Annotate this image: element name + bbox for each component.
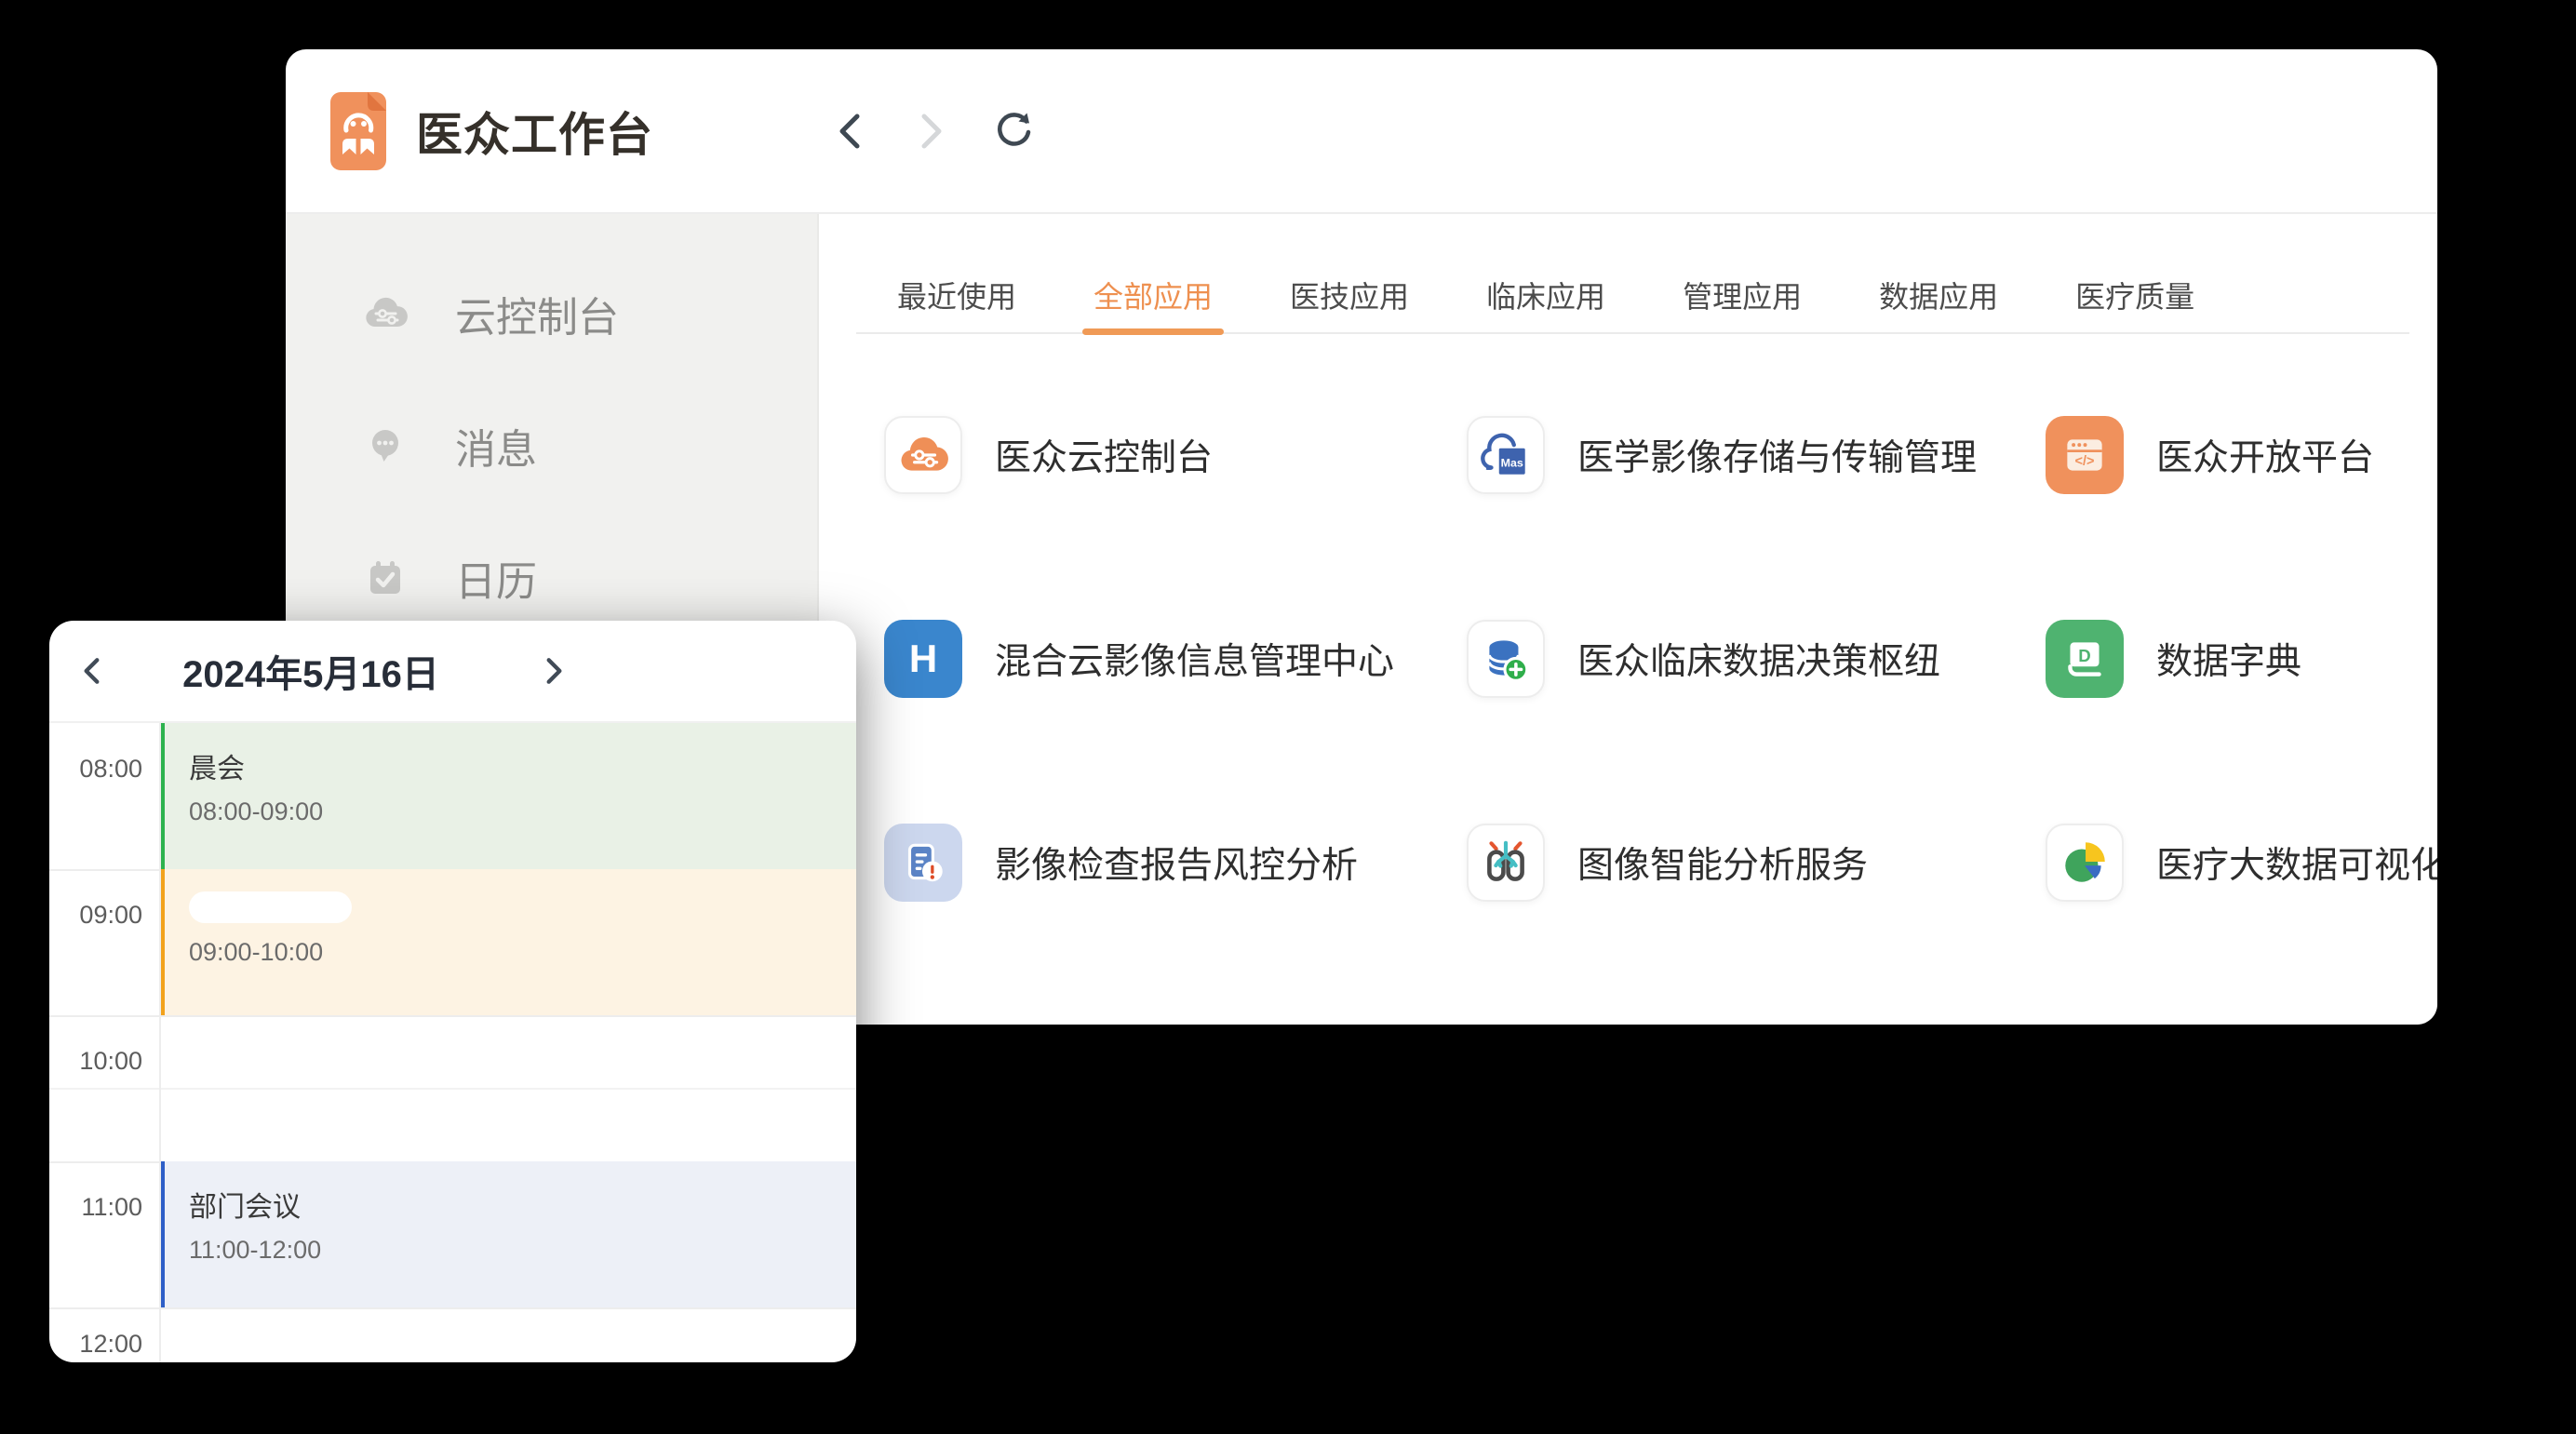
tab-all-apps[interactable]: 全部应用 bbox=[1093, 258, 1213, 332]
tab-recent[interactable]: 最近使用 bbox=[897, 258, 1016, 332]
calendar-panel: 2024年5月16日 晨会 08:00-09:00 09:00-10:00 bbox=[49, 621, 856, 1362]
app-logo-icon bbox=[330, 92, 386, 170]
gridline-12 bbox=[49, 1307, 856, 1309]
calendar-check-icon bbox=[362, 556, 409, 600]
app-label: 混合云影像信息管理中心 bbox=[995, 633, 1394, 685]
sidebar-item-label: 云控制台 bbox=[455, 284, 619, 343]
calendar-next-day-button[interactable] bbox=[526, 621, 582, 721]
chat-bubble-icon bbox=[362, 423, 409, 468]
app-label: 医众开放平台 bbox=[2156, 429, 2374, 481]
app-label: 图像智能分析服务 bbox=[1577, 837, 1868, 889]
event-title: 晨会 bbox=[189, 745, 856, 786]
time-gutter-divider bbox=[159, 723, 161, 1362]
app-hybrid-cloud-imaging[interactable]: H 混合云影像信息管理中心 bbox=[884, 620, 1467, 698]
calendar-date-title: 2024年5月16日 bbox=[178, 621, 444, 721]
chevron-right-icon bbox=[915, 111, 948, 152]
time-label: 09:00 bbox=[49, 901, 142, 930]
chevron-right-icon bbox=[540, 655, 568, 687]
calendar-event-redacted[interactable]: 09:00-10:00 bbox=[159, 869, 856, 1015]
time-label: 10:00 bbox=[49, 1047, 142, 1076]
database-plus-icon bbox=[1479, 632, 1533, 686]
app-medical-image-storage[interactable]: Mas 医学影像存储与传输管理 bbox=[1467, 416, 2046, 494]
content-area: 最近使用 全部应用 医技应用 临床应用 管理应用 数据应用 医疗质量 bbox=[819, 214, 2437, 1025]
letter-h-icon: H bbox=[909, 637, 937, 681]
calendar-event-morning-meeting[interactable]: 晨会 08:00-09:00 bbox=[159, 723, 856, 869]
app-label: 影像检查报告风控分析 bbox=[995, 837, 1358, 889]
gridline-10 bbox=[49, 1015, 856, 1017]
calendar-event-department-meeting[interactable]: 部门会议 11:00-12:00 bbox=[159, 1161, 856, 1307]
app-label: 数据字典 bbox=[2156, 633, 2301, 685]
time-label: 12:00 bbox=[49, 1330, 142, 1359]
tab-medtech-apps[interactable]: 医技应用 bbox=[1290, 258, 1409, 332]
app-big-data-visualization[interactable]: 医疗大数据可视化 bbox=[2046, 824, 2437, 902]
cloud-settings-icon bbox=[362, 291, 409, 336]
event-time: 08:00-09:00 bbox=[189, 797, 856, 826]
event-time: 09:00-10:00 bbox=[189, 938, 856, 967]
refresh-icon bbox=[993, 110, 1034, 153]
browser-nav bbox=[829, 49, 1034, 212]
calendar-header: 2024年5月16日 bbox=[49, 621, 856, 723]
dictionary-book-icon: D bbox=[2058, 632, 2112, 686]
sidebar-item-cloud-console[interactable]: 云控制台 bbox=[286, 248, 817, 380]
app-grid: 医众云控制台 Mas 医学影像存储与传输管理 bbox=[884, 416, 2437, 1025]
desktop-background: 医众工作台 bbox=[0, 0, 2576, 1434]
sidebar-item-label: 消息 bbox=[455, 416, 537, 476]
mas-badge-text: Mas bbox=[1501, 456, 1523, 469]
code-glyph: </> bbox=[2075, 454, 2095, 469]
app-label: 医众云控制台 bbox=[995, 429, 1213, 481]
app-image-ai-analysis[interactable]: 图像智能分析服务 bbox=[1467, 824, 2046, 902]
cloud-settings-icon bbox=[896, 428, 950, 482]
calendar-prev-day-button[interactable] bbox=[64, 621, 120, 721]
code-window-icon: </> bbox=[2058, 428, 2112, 482]
calendar-day-grid: 晨会 08:00-09:00 09:00-10:00 部门会议 11:00-12… bbox=[49, 723, 856, 1362]
lungs-icon bbox=[1479, 836, 1533, 890]
back-button[interactable] bbox=[829, 111, 870, 152]
window-header: 医众工作台 bbox=[286, 49, 2437, 214]
tab-bar: 最近使用 全部应用 医技应用 临床应用 管理应用 数据应用 医疗质量 bbox=[856, 258, 2409, 334]
app-data-dictionary[interactable]: D 数据字典 bbox=[2046, 620, 2437, 698]
app-cloud-console[interactable]: 医众云控制台 bbox=[884, 416, 1467, 494]
app-clinical-data-hub[interactable]: 医众临床数据决策枢纽 bbox=[1467, 620, 2046, 698]
pie-chart-icon bbox=[2058, 836, 2112, 890]
app-label: 医学影像存储与传输管理 bbox=[1577, 429, 1977, 481]
tab-medical-quality[interactable]: 医疗质量 bbox=[2075, 258, 2194, 332]
gridline-1030 bbox=[49, 1088, 856, 1090]
app-label: 医众临床数据决策枢纽 bbox=[1577, 633, 1940, 685]
report-alert-icon bbox=[896, 836, 950, 890]
redacted-event-title-pill bbox=[189, 891, 352, 923]
window-title: 医众工作台 bbox=[416, 98, 653, 165]
event-time: 11:00-12:00 bbox=[189, 1236, 856, 1265]
chevron-left-icon bbox=[833, 111, 866, 152]
app-report-risk-analysis[interactable]: 影像检查报告风控分析 bbox=[884, 824, 1467, 902]
app-label: 医疗大数据可视化 bbox=[2156, 837, 2437, 889]
tab-clinical-apps[interactable]: 临床应用 bbox=[1486, 258, 1605, 332]
refresh-button[interactable] bbox=[993, 111, 1034, 152]
sidebar-item-label: 日历 bbox=[455, 548, 537, 608]
app-open-platform[interactable]: </> 医众开放平台 bbox=[2046, 416, 2437, 494]
time-label: 11:00 bbox=[49, 1193, 142, 1222]
forward-button[interactable] bbox=[911, 111, 952, 152]
tab-management-apps[interactable]: 管理应用 bbox=[1683, 258, 1802, 332]
sidebar-item-messages[interactable]: 消息 bbox=[286, 380, 817, 512]
event-title: 部门会议 bbox=[189, 1184, 856, 1225]
time-label: 08:00 bbox=[49, 755, 142, 784]
tab-data-apps[interactable]: 数据应用 bbox=[1879, 258, 1998, 332]
letter-d-glyph: D bbox=[2078, 646, 2090, 665]
chevron-left-icon bbox=[78, 655, 106, 687]
mas-cloud-icon: Mas bbox=[1479, 428, 1533, 482]
